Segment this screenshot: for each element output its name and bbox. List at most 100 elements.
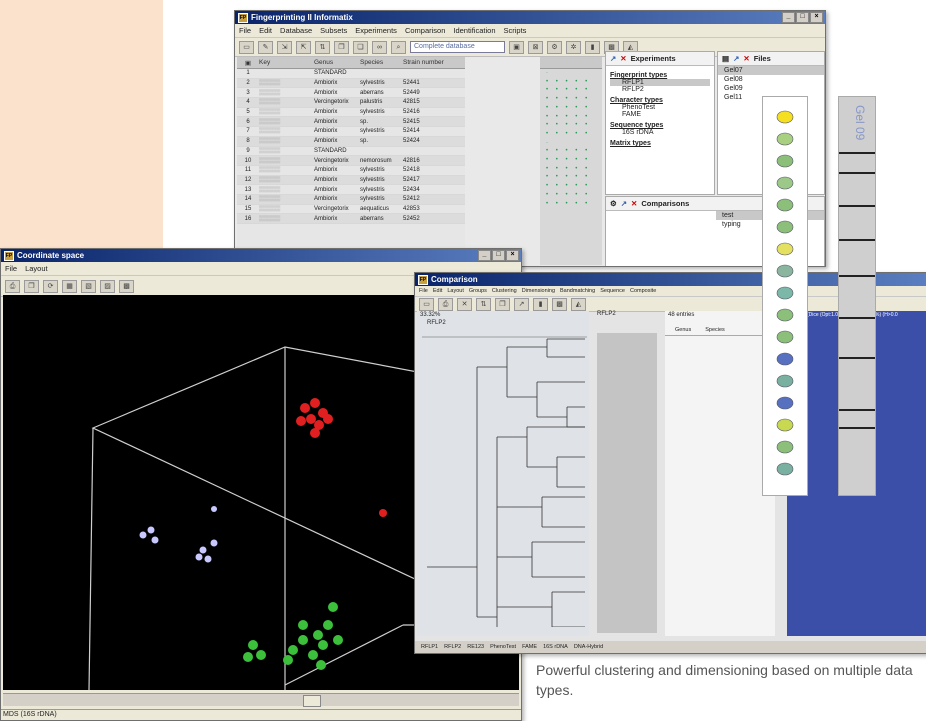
tree-category[interactable]: Sequence types	[610, 122, 710, 129]
tab-re123[interactable]: RE123	[467, 644, 484, 650]
tree-category[interactable]: Fingerprint types	[610, 72, 710, 79]
arrow-icon[interactable]: ↗	[514, 297, 529, 311]
table-row[interactable]: 3 ▒▒▒▒▒ Ambiorix aberrans 52449	[237, 88, 465, 99]
tab-rflp2[interactable]: RFLP2	[444, 644, 461, 650]
col-genus[interactable]: Genus	[314, 59, 360, 66]
table-row[interactable]: 16 ▒▒▒▒▒ Ambiorix aberrans 52452	[237, 214, 465, 224]
binoculars-icon[interactable]: ∞	[372, 40, 387, 54]
menu-experiments[interactable]: Experiments	[355, 26, 397, 35]
tab-rflp1[interactable]: RFLP1	[421, 644, 438, 650]
edit-arrow-icon[interactable]: ↗	[621, 199, 627, 208]
import-icon[interactable]: ⇲	[277, 40, 292, 54]
select-icon[interactable]: ▣	[509, 40, 524, 54]
col-strain[interactable]: Strain number	[403, 59, 445, 66]
menu-layout[interactable]: Layout	[25, 264, 48, 273]
tree-item[interactable]: FAME	[610, 111, 710, 118]
menu-comparison[interactable]: Comparison	[405, 26, 445, 35]
col-key[interactable]: Key	[259, 59, 314, 66]
menu-file[interactable]: File	[239, 26, 251, 35]
matrix-icon[interactable]: ▩	[552, 297, 567, 311]
table-row[interactable]: 8 ▒▒▒▒▒ Ambiorix sp. 52424	[237, 136, 465, 147]
menu-identification[interactable]: Identification	[453, 26, 495, 35]
database-selector[interactable]: Complete database	[410, 41, 505, 53]
copy-icon[interactable]: ❐	[334, 40, 349, 54]
table-row[interactable]: 12 ▒▒▒▒▒ Ambiorix sylvestris 52417	[237, 175, 465, 186]
table-row[interactable]: 10 ▒▒▒▒▒ Vercingetorix nemorosum 42816	[237, 156, 465, 166]
tree-item[interactable]: 16S rDNA	[610, 129, 710, 136]
menu-groups[interactable]: Groups	[469, 288, 487, 294]
deselect-icon[interactable]: ⊠	[528, 40, 543, 54]
save-icon[interactable]: ▭	[419, 297, 434, 311]
menu-sequence[interactable]: Sequence	[600, 288, 625, 294]
col-species[interactable]: Species	[360, 59, 403, 66]
tab-phenotest[interactable]: PhenoTest	[490, 644, 516, 650]
settings-icon[interactable]: ✲	[566, 40, 581, 54]
table-row[interactable]: 11 ▒▒▒▒▒ Ambiorix sylvestris 52418	[237, 166, 465, 176]
edit-icon[interactable]: ✎	[258, 40, 273, 54]
identify-icon[interactable]: ◭	[571, 297, 586, 311]
table-row[interactable]: 4 ▒▒▒▒▒ Vercingetorix palustris 42815	[237, 98, 465, 108]
edit-arrow-icon[interactable]: ↗	[610, 54, 616, 63]
delete-icon[interactable]: ✕	[743, 54, 749, 63]
print-icon[interactable]: ⎙	[5, 279, 20, 293]
tab-16s-rdna[interactable]: 16S rDNA	[543, 644, 568, 650]
tree-item[interactable]: RFLP1	[610, 79, 710, 86]
menu-scripts[interactable]: Scripts	[504, 26, 527, 35]
table-row[interactable]: 9 ▒▒▒▒▒ STANDARD	[237, 147, 465, 157]
list-item[interactable]: Gel09	[718, 84, 824, 93]
col-genus[interactable]: Genus	[675, 327, 691, 333]
view-x-icon[interactable]: ▦	[62, 279, 77, 293]
menu-edit[interactable]: Edit	[433, 288, 442, 294]
horizontal-scrollbar[interactable]	[3, 693, 519, 707]
maximize-button[interactable]: □	[492, 250, 505, 261]
table-row[interactable]: 14 ▒▒▒▒▒ Ambiorix sylvestris 52412	[237, 194, 465, 205]
menu-bandmatching[interactable]: Bandmatching	[560, 288, 595, 294]
menu-layout[interactable]: Layout	[447, 288, 464, 294]
minimize-button[interactable]: _	[478, 250, 491, 261]
menu-database[interactable]: Database	[280, 26, 312, 35]
menu-composite[interactable]: Composite	[630, 288, 656, 294]
comparison-icon[interactable]: ⚙	[610, 199, 617, 208]
menu-file[interactable]: File	[5, 264, 17, 273]
scroll-thumb[interactable]	[303, 695, 321, 707]
table-row[interactable]: 1 STANDARD	[237, 69, 465, 79]
copy-icon[interactable]: ❐	[495, 297, 510, 311]
delete-icon[interactable]: ✕	[631, 199, 637, 208]
delete-icon[interactable]: ✕	[620, 54, 626, 63]
folder-icon[interactable]: ▤	[722, 54, 729, 63]
view-y-icon[interactable]: ▧	[81, 279, 96, 293]
tree-item[interactable]: RFLP2	[610, 86, 710, 93]
close-button[interactable]: ×	[810, 12, 823, 23]
list-item[interactable]: Gel07	[718, 66, 824, 75]
close-button[interactable]: ×	[506, 250, 519, 261]
sort-icon[interactable]: ⇅	[476, 297, 491, 311]
sort-icon[interactable]: ⇅	[315, 40, 330, 54]
menu-file[interactable]: File	[419, 288, 428, 294]
col-species[interactable]: Species	[705, 327, 725, 333]
paste-icon[interactable]: ❏	[353, 40, 368, 54]
menu-dimensioning[interactable]: Dimensioning	[522, 288, 555, 294]
tree-category[interactable]: Matrix types	[610, 140, 710, 147]
new-icon[interactable]: ▭	[239, 40, 254, 54]
edit-arrow-icon[interactable]: ↗	[733, 54, 739, 63]
tree-category[interactable]: Character types	[610, 97, 710, 104]
table-row[interactable]: 6 ▒▒▒▒▒ Ambiorix sp. 52415	[237, 117, 465, 128]
minimize-button[interactable]: _	[782, 12, 795, 23]
table-row[interactable]: 2 ▒▒▒▒▒ Ambiorix sylvestris 52441	[237, 78, 465, 89]
table-row[interactable]: 15 ▒▒▒▒▒ Vercingetorix aequaticus 42853	[237, 205, 465, 215]
menu-subsets[interactable]: Subsets	[320, 26, 347, 35]
list-item[interactable]: Gel08	[718, 75, 824, 84]
tree-item[interactable]: PhenoTest	[610, 104, 710, 111]
table-row[interactable]: 5 ▒▒▒▒▒ Ambiorix sylvestris 52416	[237, 108, 465, 118]
view-z-icon[interactable]: ▨	[100, 279, 115, 293]
copy-icon[interactable]: ❐	[24, 279, 39, 293]
find-icon[interactable]: ⌕	[391, 40, 406, 54]
table-row[interactable]: 7 ▒▒▒▒▒ Ambiorix sylvestris 52414	[237, 127, 465, 137]
view-3d-icon[interactable]: ▩	[119, 279, 134, 293]
menu-clustering[interactable]: Clustering	[492, 288, 517, 294]
tools-icon[interactable]: ⚙	[547, 40, 562, 54]
delete-icon[interactable]: ✕	[457, 297, 472, 311]
chart-icon[interactable]: ▮	[533, 297, 548, 311]
tab-dna-hybrid[interactable]: DNA-Hybrid	[574, 644, 603, 650]
table-row[interactable]: 13 ▒▒▒▒▒ Ambiorix sylvestris 52434	[237, 185, 465, 195]
